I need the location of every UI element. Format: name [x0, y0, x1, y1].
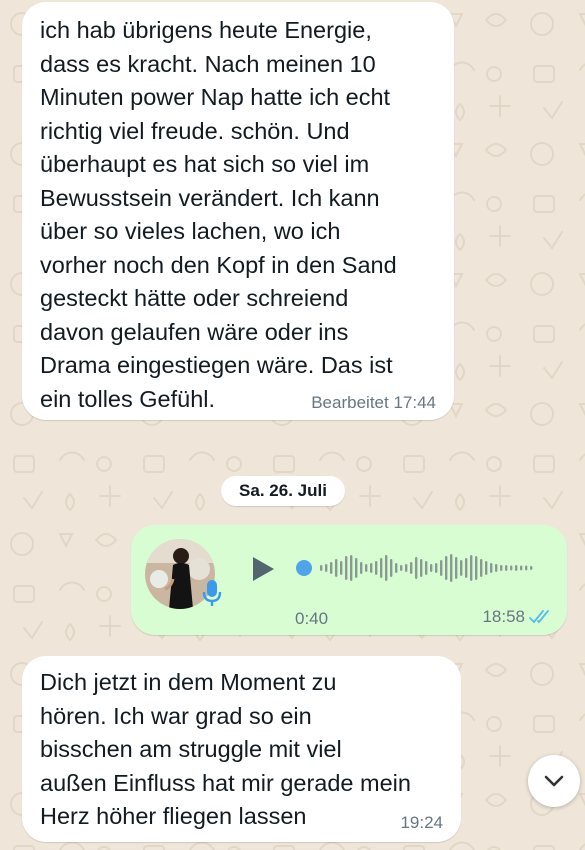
waveform-bar [445, 556, 448, 580]
waveform-bar [385, 555, 388, 581]
waveform-bar [390, 559, 393, 577]
waveform-bar [430, 564, 433, 572]
waveform-bar [500, 565, 503, 571]
waveform-bar [395, 563, 398, 573]
waveform-progress-dot [296, 560, 312, 576]
message-text: ich hab übrigens heute Energie, dass es … [40, 17, 397, 412]
waveform[interactable] [296, 551, 541, 585]
waveform-bar [360, 562, 363, 574]
waveform-bar [460, 560, 463, 576]
waveform-bar [440, 560, 443, 576]
waveform-bar [410, 562, 413, 574]
chevron-down-icon [544, 775, 564, 787]
waveform-bar [455, 557, 458, 579]
waveform-bar [380, 558, 383, 578]
waveform-bar [475, 556, 478, 580]
voice-message-bubble[interactable]: 0:40 18:58 [131, 525, 567, 635]
waveform-bar [450, 554, 453, 582]
voice-duration: 0:40 [295, 609, 329, 628]
waveform-bar [335, 559, 338, 577]
waveform-bar [525, 565, 528, 571]
waveform-bar [435, 563, 438, 573]
waveform-bar [330, 562, 333, 574]
message-bubble-incoming[interactable]: Dich jetzt in dem Moment zu hören. Ich w… [22, 656, 461, 842]
waveform-bar [470, 555, 473, 581]
message-meta: Bearbeitet 17:44 [311, 393, 436, 413]
waveform-bar [340, 561, 343, 575]
scroll-to-bottom-button[interactable] [528, 755, 580, 807]
waveform-bar [510, 565, 513, 571]
microphone-icon [202, 580, 222, 606]
message-time: 19:24 [400, 813, 443, 832]
waveform-bar [420, 559, 423, 577]
waveform-bar [465, 558, 468, 578]
waveform-bar [515, 565, 518, 571]
message-bubble-incoming[interactable]: ich hab übrigens heute Energie, dass es … [22, 2, 454, 420]
date-separator: Sa. 26. Juli [221, 476, 345, 506]
waveform-bar [495, 564, 498, 572]
waveform-bar [355, 558, 358, 578]
waveform-bar [520, 565, 523, 571]
waveform-bar [350, 555, 353, 581]
waveform-bar [320, 565, 323, 571]
voice-time: 18:58 [482, 607, 553, 627]
edited-label: Bearbeitet [311, 393, 389, 412]
waveform-bar [425, 561, 428, 575]
message-text: Dich jetzt in dem Moment zu hören. Ich w… [40, 669, 411, 829]
waveform-bar [370, 563, 373, 573]
waveform-bar [530, 566, 533, 570]
waveform-bar [490, 563, 493, 573]
play-icon[interactable] [249, 554, 277, 584]
waveform-bar [415, 557, 418, 579]
waveform-bar [365, 564, 368, 572]
waveform-bar [405, 564, 408, 572]
waveform-bar [505, 565, 508, 571]
waveform-bar [325, 564, 328, 572]
message-time: 18:58 [482, 607, 525, 626]
waveform-bar [400, 565, 403, 571]
message-time: 17:44 [393, 393, 436, 412]
waveform-bar [485, 561, 488, 575]
waveform-bar [375, 561, 378, 575]
waveform-bar [345, 556, 348, 580]
waveform-bar [480, 559, 483, 577]
double-check-icon [529, 610, 549, 624]
